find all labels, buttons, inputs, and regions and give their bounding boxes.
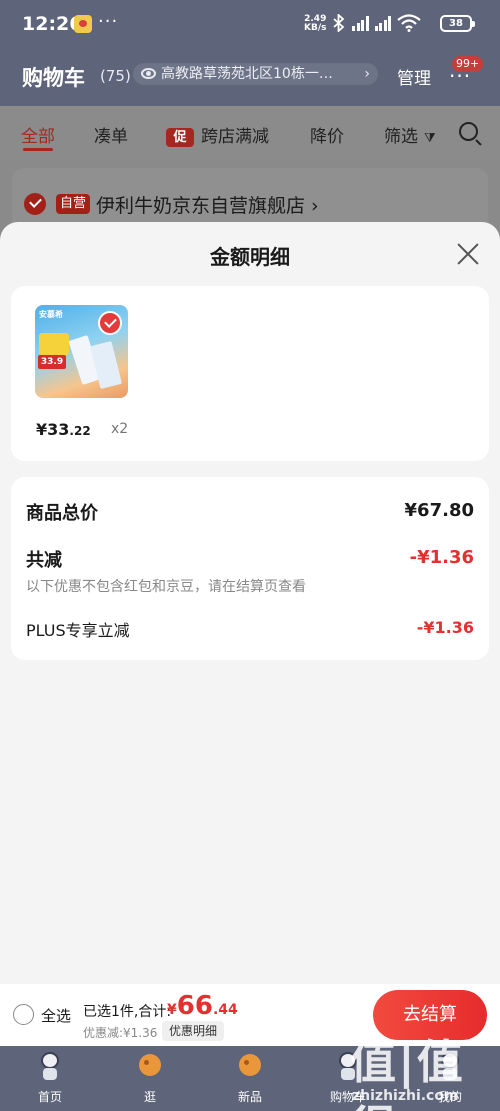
product-image-brand: 安慕希 <box>39 310 63 319</box>
discount-summary: 优惠减:¥1.36 <box>83 1026 158 1040</box>
product-card: 安慕希 33.9 ¥33.22 x2 <box>11 286 489 461</box>
bluetooth-icon <box>333 14 345 32</box>
product-image: 安慕希 33.9 <box>35 305 128 398</box>
product-price: ¥33.22 <box>36 420 91 439</box>
nav-browse[interactable]: 逛 <box>110 1046 190 1111</box>
tab-label: 筛选 <box>384 127 418 147</box>
currency-symbol: ¥ <box>167 1002 177 1018</box>
address-text: 高教路草荡苑北区10栋一… <box>161 66 333 82</box>
price-integer: ¥33 <box>36 420 70 439</box>
signal-icon <box>374 15 391 31</box>
store-checkbox[interactable] <box>24 193 46 215</box>
total-integer: 66 <box>176 991 213 1021</box>
nav-label: 首页 <box>37 1090 62 1104</box>
weibo-icon <box>74 15 92 33</box>
chevron-right-icon: › <box>364 66 370 82</box>
tab-label: 跨店满减 <box>201 127 269 147</box>
status-bar: 12:26 ··· 2.49 KB/s 38 <box>0 0 500 50</box>
close-icon[interactable] <box>456 242 480 266</box>
selected-check-icon <box>98 311 122 335</box>
select-all-label[interactable]: 全选 <box>41 1005 71 1026</box>
tab-label: 降价 <box>310 127 344 147</box>
plus-discount-value: -¥1.36 <box>416 618 474 637</box>
tab-cross-store[interactable]: 促跨店满减 <box>166 122 269 147</box>
reduction-hint: 以下优惠不包含红包和京豆，请在结算页查看 <box>26 579 306 595</box>
total-reduction-value: -¥1.36 <box>409 547 474 568</box>
tab-all[interactable]: 全部 <box>21 122 55 151</box>
select-all-checkbox[interactable] <box>13 1004 34 1025</box>
nav-home[interactable]: 首页 <box>10 1046 90 1111</box>
plus-discount-label: PLUS专享立减 <box>26 621 130 640</box>
product-box <box>90 340 122 390</box>
price-decimal: .22 <box>69 424 91 438</box>
tab-filter[interactable]: 筛选 ⧩ <box>384 122 436 147</box>
nav-label: 逛 <box>143 1090 156 1104</box>
total-decimal: .44 <box>212 1002 238 1018</box>
home-astronaut-icon <box>37 1052 63 1082</box>
net-speed: 2.49 KB/s <box>304 15 326 33</box>
self-operated-tag: 自营 <box>56 194 90 214</box>
signal-icon <box>352 15 369 31</box>
manage-button[interactable]: 管理 <box>397 64 431 89</box>
filter-tabs: 全部 凑单 促跨店满减 降价 筛选 ⧩ <box>0 106 500 160</box>
tab-label: 全部 <box>21 127 55 147</box>
filter-icon: ⧩ <box>424 131 436 146</box>
wifi-icon <box>397 14 421 32</box>
product-image-price: 33.9 <box>38 355 66 369</box>
goods-total-label: 商品总价 <box>26 503 98 524</box>
discount-detail-button[interactable]: 优惠明细 <box>162 1021 225 1041</box>
nav-new[interactable]: 新品 <box>210 1046 290 1111</box>
total-reduction-label: 共减 <box>26 550 62 571</box>
store-name-link[interactable]: 伊利牛奶京东自营旗舰店 › <box>96 191 319 218</box>
battery-icon: 38 <box>440 15 475 32</box>
sheet-title: 金额明细 <box>210 245 290 269</box>
browse-planet-icon <box>137 1052 163 1082</box>
status-icons <box>332 14 421 32</box>
cart-count: (75) <box>100 67 131 85</box>
new-planet-icon <box>237 1052 263 1082</box>
search-icon[interactable] <box>459 122 478 141</box>
message-badge: 99+ <box>452 56 484 72</box>
nav-label: 新品 <box>237 1090 262 1104</box>
more-dots-icon: ··· <box>98 11 119 32</box>
eye-icon <box>141 68 156 79</box>
total-amount: ¥66.44 <box>167 991 238 1021</box>
address-selector[interactable]: 高教路草荡苑北区10栋一… › <box>133 63 378 85</box>
tab-label: 凑单 <box>94 127 128 147</box>
net-speed-unit: KB/s <box>304 23 327 33</box>
watermark-logo: 值|值得 zhizhizhi.com <box>340 1018 500 1111</box>
summary-card: 商品总价 ¥67.80 共减 -¥1.36 以下优惠不包含红包和京豆，请在结算页… <box>11 477 489 660</box>
product-image-banner <box>39 333 69 355</box>
promo-chip: 促 <box>166 128 194 147</box>
amount-detail-sheet: 金额明细 安慕希 33.9 ¥33.22 x2 商品总价 ¥67.80 共减 -… <box>0 222 500 1000</box>
product-quantity: x2 <box>111 421 129 437</box>
tab-price-drop[interactable]: 降价 <box>310 122 344 147</box>
tab-bundle[interactable]: 凑单 <box>94 122 128 147</box>
watermark-url: zhizhizhi.com <box>352 1088 459 1104</box>
page-title: 购物车 <box>22 66 85 90</box>
goods-total-value: ¥67.80 <box>404 500 474 521</box>
selected-summary: 已选1件,合计: <box>83 1004 172 1020</box>
